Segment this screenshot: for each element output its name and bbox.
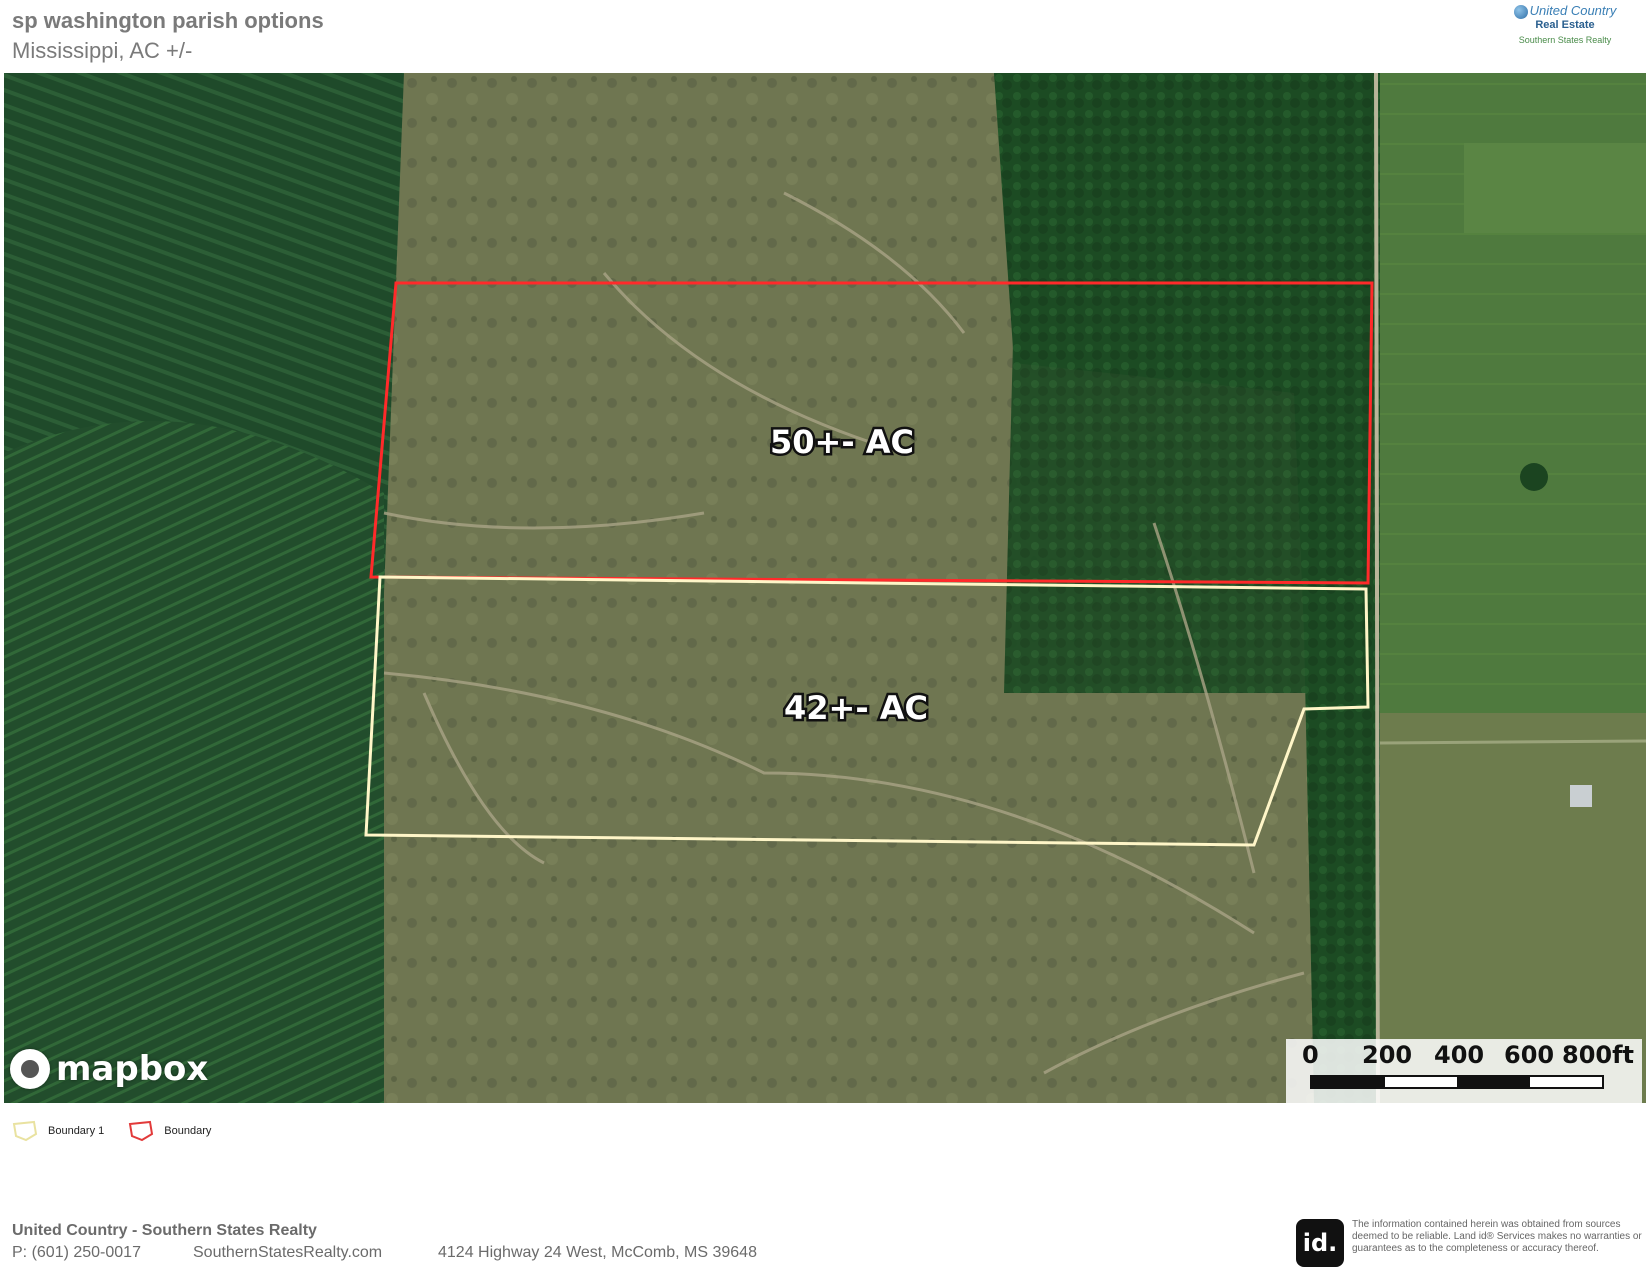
scale-bar: 0 200 400 600 800ft xyxy=(1286,1039,1642,1103)
logo-line2: Real Estate xyxy=(1535,18,1595,31)
legend-item-boundary: Boundary xyxy=(128,1120,211,1142)
disclaimer-text: The information contained herein was obt… xyxy=(1352,1219,1642,1254)
mapbox-icon xyxy=(10,1049,50,1089)
satellite-map[interactable]: 50+- AC 42+- AC mapbox xyxy=(4,73,1646,1103)
address: 4124 Highway 24 West, McComb, MS 39648 xyxy=(438,1244,757,1261)
scale-bar-graphic xyxy=(1310,1075,1604,1089)
legend-label: Boundary 1 xyxy=(48,1125,105,1137)
boundary-icon xyxy=(129,1120,154,1142)
scale-tick: 0 xyxy=(1302,1041,1319,1069)
field-northeast xyxy=(1464,143,1646,233)
parcel-label-42ac: 42+- AC xyxy=(784,689,928,727)
forest-block-north xyxy=(994,73,1374,313)
scale-tick: 600 xyxy=(1504,1041,1555,1069)
page-subtitle: Mississippi, AC +/- xyxy=(12,38,193,63)
county-road xyxy=(1374,73,1380,1103)
map-canvas: 50+- AC 42+- AC xyxy=(4,73,1646,1103)
map-legend: Boundary 1 Boundary xyxy=(12,1120,225,1142)
logo-line3: Southern States Realty xyxy=(1518,34,1612,45)
company-logo: United Country Real Estate Southern Stat… xyxy=(1505,4,1625,70)
website-link[interactable]: SouthernStatesRealty.com xyxy=(193,1244,382,1262)
legend-label: Boundary xyxy=(164,1125,212,1137)
pine-plantation-southwest xyxy=(4,421,384,1103)
phone-number: P: (601) 250-0017 xyxy=(12,1244,141,1261)
scale-tick: 400 xyxy=(1434,1041,1485,1069)
landid-logo: id. xyxy=(1296,1219,1344,1267)
fence-line xyxy=(1379,739,1646,745)
page-title: sp washington parish options xyxy=(12,8,324,33)
company-name: United Country - Southern States Realty xyxy=(12,1222,317,1239)
scale-tick: 800ft xyxy=(1562,1041,1635,1069)
disclaimer: id. The information contained herein was… xyxy=(1296,1219,1650,1267)
footer-contact: United Country - Southern States Realty … xyxy=(12,1222,757,1261)
parcel-label-50ac: 50+- AC xyxy=(770,423,914,461)
globe-icon xyxy=(1513,4,1528,19)
tree xyxy=(1520,463,1548,491)
logo-line1: United Country xyxy=(1529,3,1617,18)
mapbox-attribution[interactable]: mapbox xyxy=(10,1045,208,1093)
mapbox-wordmark: mapbox xyxy=(56,1049,209,1089)
legend-item-boundary-1: Boundary 1 xyxy=(12,1120,104,1142)
scale-tick: 200 xyxy=(1362,1041,1413,1069)
boundary-1-icon xyxy=(12,1120,38,1142)
barn-building xyxy=(1570,785,1592,807)
